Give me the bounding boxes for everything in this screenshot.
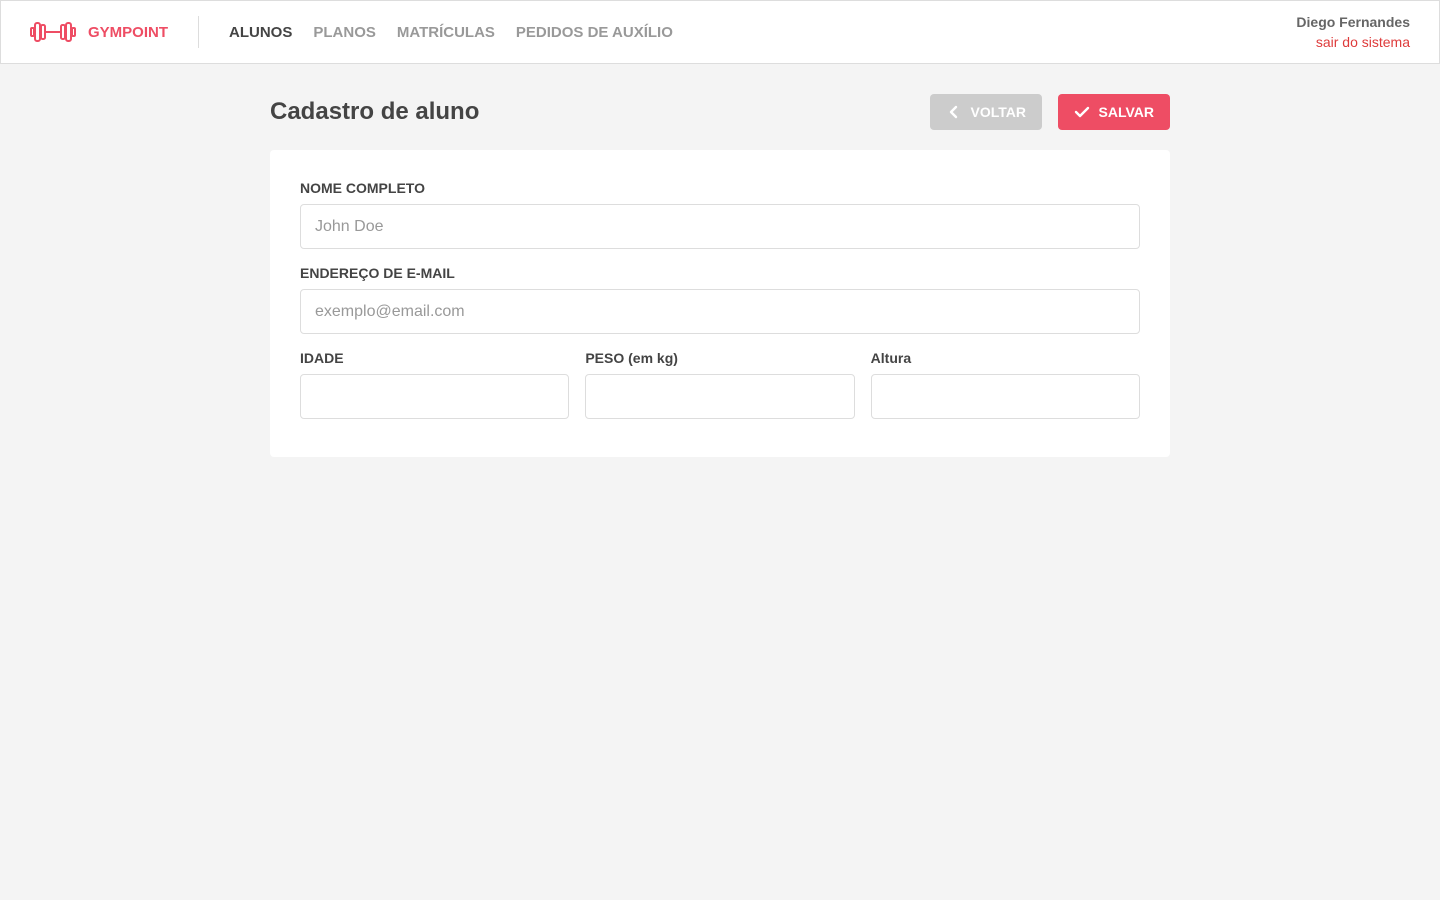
nav-item-matriculas[interactable]: MATRÍCULAS	[397, 24, 495, 41]
email-field-group: ENDEREÇO DE E-MAIL	[300, 265, 1140, 334]
page-title: Cadastro de aluno	[270, 98, 480, 125]
name-label: NOME COMPLETO	[300, 180, 425, 196]
height-label: Altura	[870, 350, 912, 366]
age-input[interactable]	[300, 374, 570, 419]
student-form: NOME COMPLETO ENDEREÇO DE E-MAIL IDADE P…	[270, 150, 1170, 457]
page-actions: VOLTAR SALVAR	[930, 94, 1170, 130]
save-button-label: SALVAR	[1098, 104, 1154, 120]
weight-field-group: PESO (em kg)	[585, 350, 855, 419]
back-button-label: VOLTAR	[970, 104, 1026, 120]
save-button[interactable]: SALVAR	[1058, 94, 1170, 130]
top-header: GYMPOINT ALUNOS PLANOS MATRÍCULAS PEDIDO…	[0, 0, 1440, 64]
main-content: Cadastro de aluno VOLTAR SALVAR NOME COM…	[270, 94, 1170, 457]
age-field-group: IDADE	[300, 350, 570, 419]
height-field-group: Altura	[870, 350, 1140, 419]
height-input[interactable]	[870, 374, 1140, 419]
metrics-row: IDADE PESO (em kg) Altura	[300, 350, 1140, 419]
name-input[interactable]	[300, 204, 1140, 249]
nav-item-planos[interactable]: PLANOS	[313, 24, 376, 41]
nav-item-pedidos-de-auxilio[interactable]: PEDIDOS DE AUXÍLIO	[516, 24, 673, 41]
name-field-group: NOME COMPLETO	[300, 180, 1140, 249]
brand[interactable]: GYMPOINT	[1, 16, 200, 48]
email-input[interactable]	[300, 289, 1140, 334]
weight-label: PESO (em kg)	[585, 350, 678, 366]
age-label: IDADE	[300, 350, 344, 366]
title-row: Cadastro de aluno VOLTAR SALVAR	[270, 94, 1170, 130]
dumbbell-icon	[30, 20, 76, 44]
check-icon	[1074, 105, 1091, 119]
email-label: ENDEREÇO DE E-MAIL	[300, 265, 455, 281]
brand-name: GYMPOINT	[88, 23, 169, 41]
user-name: Diego Fernandes	[1296, 14, 1410, 30]
user-profile: Diego Fernandes sair do sistema	[1296, 12, 1439, 52]
nav-item-alunos[interactable]: ALUNOS	[229, 24, 292, 41]
main-nav: ALUNOS PLANOS MATRÍCULAS PEDIDOS DE AUXÍ…	[229, 24, 694, 41]
logout-link[interactable]: sair do sistema	[1296, 32, 1410, 52]
weight-input[interactable]	[585, 374, 855, 419]
chevron-left-icon	[946, 105, 963, 119]
back-button[interactable]: VOLTAR	[930, 94, 1042, 130]
